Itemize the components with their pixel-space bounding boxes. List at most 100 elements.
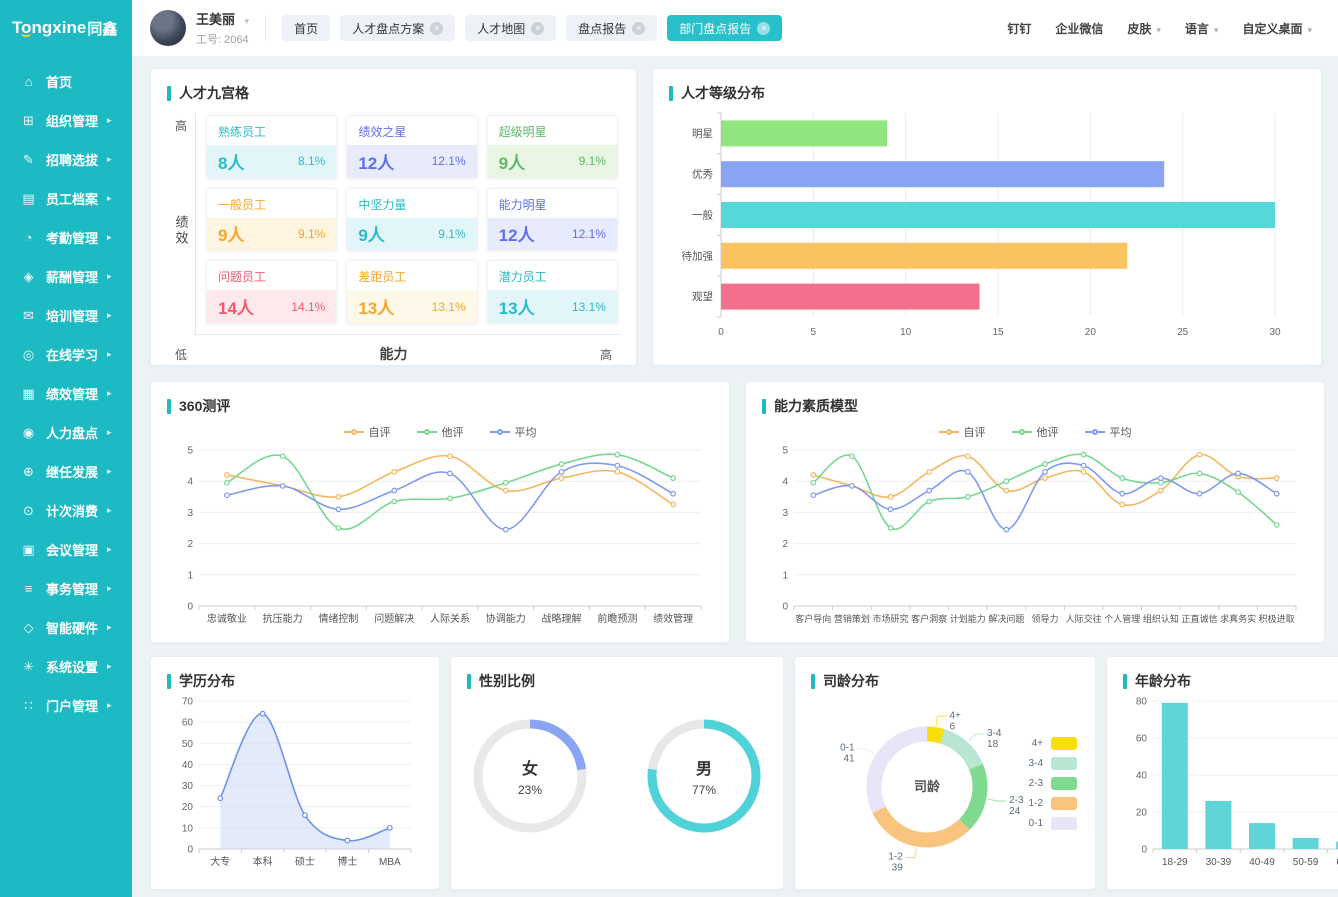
nine-grid-cell-一般员工[interactable]: 一般员工9人9.1% [206,188,337,252]
header-link-皮肤[interactable]: 皮肤▾ [1127,20,1161,37]
tab-首页[interactable]: 首页 [282,15,330,41]
sidebar-item-智能硬件[interactable]: ◇智能硬件▸ [0,608,132,647]
header-divider [265,15,266,41]
nine-grid-cell-超级明星[interactable]: 超级明星9人9.1% [487,115,618,179]
gender-donut-charts: 女23%男77% [467,713,767,839]
sidebar-item-培训管理[interactable]: ✉培训管理▸ [0,296,132,335]
sidebar-item-员工档案[interactable]: ▤员工档案▸ [0,179,132,218]
sidebar-item-绩效管理[interactable]: ▦绩效管理▸ [0,374,132,413]
card-talent-level: 人才等级分布 051015202530明星优秀一般待加强观望 [652,68,1322,366]
sidebar-item-招聘选拔[interactable]: ✎招聘选拔▸ [0,140,132,179]
sidebar-item-label: 考勤管理 [46,228,98,247]
nine-grid-cell-问题员工[interactable]: 问题员工14人14.1% [206,260,337,324]
sidebar-item-组织管理[interactable]: ⊞组织管理▸ [0,101,132,140]
svg-text:情绪控制: 情绪控制 [318,612,358,625]
sidebar-item-门户管理[interactable]: ∷门户管理▸ [0,686,132,725]
nine-grid-cell-中坚力量[interactable]: 中坚力量9人9.1% [346,188,477,252]
tenure-legend-item-1-2[interactable]: 1-2 [1021,797,1077,810]
header-link-企业微信[interactable]: 企业微信 [1055,20,1103,37]
tenure-legend-item-2-3[interactable]: 2-3 [1021,777,1077,790]
sidebar-item-人力盘点[interactable]: ◉人力盘点▸ [0,413,132,452]
tab-部门盘点报告[interactable]: 部门盘点报告 × [667,15,782,41]
nine-grid-cell-body: 9人9.1% [207,218,336,251]
svg-text:0: 0 [187,602,193,613]
legend-item-自评[interactable]: 自评 [939,424,986,440]
nine-grid-cell-pct: 8.1% [298,154,325,168]
svg-text:人际交往: 人际交往 [1066,613,1102,624]
legend-item-自评[interactable]: 自评 [344,424,391,440]
legend-color-chip [1051,737,1077,750]
card-education: 学历分布 010203040506070大专本科硕士博士MBA [150,656,440,890]
header-link-钉钉[interactable]: 钉钉 [1007,20,1031,37]
training-icon: ✉ [20,307,37,324]
sidebar-item-系统设置[interactable]: ✳系统设置▸ [0,647,132,686]
svg-text:23%: 23% [518,783,542,797]
chevron-right-icon: ▸ [107,622,112,633]
sidebar-item-label: 门户管理 [46,696,98,715]
tab-人才地图[interactable]: 人才地图× [465,15,556,41]
education-area-chart: 010203040506070大专本科硕士博士MBA [167,693,423,876]
user-block[interactable]: 王美丽 ▾ 工号: 2064 [150,9,249,47]
sidebar-item-会议管理[interactable]: ▣会议管理▸ [0,530,132,569]
svg-text:3: 3 [187,508,193,519]
talent-review-icon: ◉ [20,424,37,441]
sidebar-item-计次消费[interactable]: ⊙计次消费▸ [0,491,132,530]
close-icon[interactable]: × [430,22,443,35]
nine-grid-cell-count: 12人 [358,149,394,174]
avatar[interactable] [150,10,186,46]
user-meta: 王美丽 ▾ 工号: 2064 [196,9,249,47]
tenure-legend-item-3-4[interactable]: 3-4 [1021,757,1077,770]
header-link-语言[interactable]: 语言▾ [1185,20,1219,37]
legend-item-他评[interactable]: 他评 [1012,424,1059,440]
svg-text:1-239: 1-239 [888,851,903,873]
sidebar-item-事务管理[interactable]: ≡事务管理▸ [0,569,132,608]
nine-grid-cell-绩效之星[interactable]: 绩效之星12人12.1% [346,115,477,179]
close-icon[interactable]: × [531,22,544,35]
tab-盘点报告[interactable]: 盘点报告× [566,15,657,41]
svg-text:1: 1 [187,570,193,581]
nine-grid-cell-title: 绩效之星 [347,116,476,145]
svg-text:30: 30 [182,781,194,792]
sidebar-item-在线学习[interactable]: ◎在线学习▸ [0,335,132,374]
tenure-legend-item-0-1[interactable]: 0-1 [1021,817,1077,830]
tenure-legend: 4+ 3-4 2-3 1-2 0-1 [1021,737,1077,830]
close-icon[interactable]: × [632,22,645,35]
close-icon[interactable]: × [757,22,770,35]
svg-text:2: 2 [187,539,193,550]
top-header: 王美丽 ▾ 工号: 2064 首页人才盘点方案× 人才地图× 盘点报告× 部门盘点报告… [132,0,1338,56]
sidebar-item-首页[interactable]: ⌂首页 [0,62,132,101]
employee-archive-icon: ▤ [20,190,37,207]
chevron-right-icon: ▸ [107,388,112,399]
svg-text:正直诚信: 正直诚信 [1181,613,1217,624]
legend-item-平均[interactable]: 平均 [490,424,537,440]
card-tenure: 司龄分布 4+63-4182-3241-2390-141司龄 4+3-42-31… [794,656,1096,890]
legend-color-chip [1051,777,1077,790]
nine-grid-cell-title: 差距员工 [347,261,476,290]
nine-grid-cell-熟练员工[interactable]: 熟练员工8人8.1% [206,115,337,179]
sidebar-item-薪酬管理[interactable]: ◈薪酬管理▸ [0,257,132,296]
svg-text:计划能力: 计划能力 [950,613,986,624]
tab-label: 部门盘点报告 [679,20,751,37]
axis-label-high-right: 高 [592,346,620,363]
tenure-legend-item-4+[interactable]: 4+ [1021,737,1077,750]
nine-grid-cell-能力明星[interactable]: 能力明星12人12.1% [487,188,618,252]
legend-item-他评[interactable]: 他评 [417,424,464,440]
tab-人才盘点方案[interactable]: 人才盘点方案× [340,15,455,41]
eval360-line-chart: 012345忠诚敬业抗压能力情绪控制问题解决人际关系协调能力战略理解前瞻预测绩效… [167,442,713,633]
gender-gauge-女: 女23% [467,713,593,839]
card-title-tenure: 司龄分布 [823,671,879,691]
svg-text:战略理解: 战略理解 [542,612,582,625]
nine-grid-cell-title: 中坚力量 [347,189,476,218]
svg-text:4: 4 [782,477,788,488]
nine-grid-cell-潜力员工[interactable]: 潜力员工13人13.1% [487,260,618,324]
header-link-自定义桌面[interactable]: 自定义桌面▾ [1242,20,1312,37]
chevron-down-icon[interactable]: ▾ [245,16,250,26]
sidebar-item-继任发展[interactable]: ⊕继任发展▸ [0,452,132,491]
legend-item-平均[interactable]: 平均 [1085,424,1132,440]
svg-text:营销策划: 营销策划 [834,613,870,624]
nine-grid-cell-count: 13人 [499,294,535,319]
sidebar-item-考勤管理[interactable]: ◔考勤管理▸ [0,218,132,257]
chevron-right-icon: ▸ [107,505,112,516]
axis-label-high-top: 高 [175,117,187,134]
nine-grid-cell-差距员工[interactable]: 差距员工13人13.1% [346,260,477,324]
